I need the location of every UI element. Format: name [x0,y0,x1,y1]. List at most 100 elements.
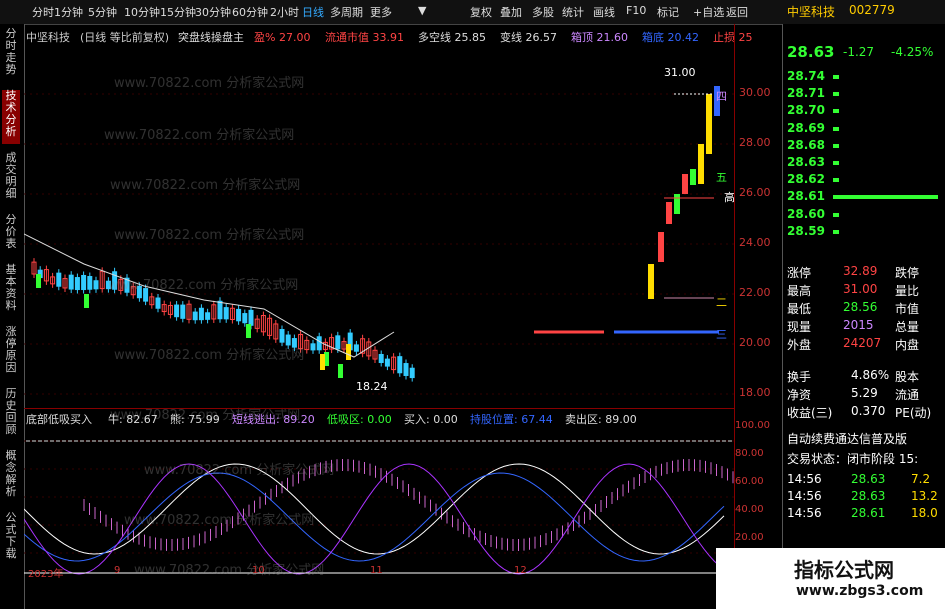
stat2-value-0: 4.86% [851,368,890,382]
rally-candle [698,144,704,184]
sub-tick-1: 80.00 [735,448,764,459]
left-tab-8[interactable]: 公式下载 [2,512,20,566]
toolbar-item-4[interactable]: 15分钟 [160,4,196,20]
price-tick-3: 24.00 [739,236,771,249]
left-tab-6[interactable]: 历史回顾 [2,388,20,442]
price-tick-5: 20.00 [739,336,771,349]
candle [87,276,93,290]
stat-label2-0: 跌停 [895,266,920,280]
dropdown-icon[interactable]: ▼ [418,4,426,17]
book-price-6: 28.62 [787,172,825,187]
toolbar-item-8[interactable]: 日线 [302,4,324,20]
watermark-0: www.70822.com 分析家公式网 [114,76,305,91]
candle [397,356,403,374]
toolbar-right-7[interactable]: +自选 [693,4,724,20]
toolbar-item-5[interactable]: 30分钟 [195,4,231,20]
book-bar-7 [833,195,938,200]
book-price-0: 28.74 [787,69,825,83]
book-bar-1 [833,92,839,97]
tick-price-2: 28.61 [851,506,886,520]
site-badge: 指标公式网 www.zbgs3.com [716,548,945,609]
quote-change: -1.27 [843,45,875,59]
header-field-4: 箱顶 21.60 [571,31,628,44]
book-price-4: 28.68 [787,137,825,152]
low-price-label: 18.24 [356,380,388,393]
toolbar-right-2[interactable]: 多股 [532,4,554,20]
toolbar-right-5[interactable]: F10 [626,4,646,17]
stat2-label-1: 净资 [787,388,812,402]
toolbar-item-0[interactable]: 分时 [32,4,54,20]
rally-candle [666,202,672,224]
tick-time-1: 14:56 [787,489,822,503]
date-tick-0: 2023年 [28,569,64,580]
book-price-1: 28.71 [787,86,825,101]
toolbar-right-3[interactable]: 统计 [562,4,584,20]
candle [248,309,254,326]
toolbar-right-0[interactable]: 复权 [470,4,492,20]
left-tab-0[interactable]: 分时走势 [2,28,20,82]
toolbar-item-6[interactable]: 60分钟 [232,4,268,20]
book-bar-2 [833,109,839,114]
sub-tick-2: 60.00 [735,476,764,487]
toolbar-right-8[interactable]: 返回 [726,4,748,20]
signal-bar [346,344,351,360]
kline-chart[interactable]: 中坚科技 (日线 等比前复权) 突盘线操盘主 盈% 27.00 流通市值 33.9… [23,24,753,423]
left-tab-7[interactable]: 概念解析 [2,450,20,504]
toolbar-right-6[interactable]: 标记 [657,4,679,20]
watermark-2: www.70822.com 分析家公式网 [110,178,301,193]
toolbar-item-9[interactable]: 多周期 [330,4,363,20]
sub-field-1: 熊: 75.99 [170,413,220,426]
sub-field-0: 牛: 82.67 [108,413,158,426]
quote-stock-code: 002779 [849,3,895,17]
stat-value-2: 28.56 [843,300,878,314]
toolbar-right-4[interactable]: 画线 [593,4,615,20]
left-tab-1[interactable]: 技术分析 [2,90,20,144]
high-price-label: 31.00 [664,66,696,79]
sub-indicator-name[interactable]: 底部低吸买入 [26,411,92,427]
price-tick-6: 18.00 [739,386,771,399]
sub-tick-3: 40.00 [735,504,764,515]
indicator-chart[interactable]: 底部低吸买入 牛: 82.67 熊: 75.99 短线逃出: 89.20 低吸区: 0… [23,408,739,581]
left-tab-3[interactable]: 分价表 [2,214,20,256]
sub-tick-0: 100.00 [735,420,770,431]
toolbar-item-2[interactable]: 5分钟 [88,4,117,20]
notice-text[interactable]: 自动续费通达信普及版 [787,430,907,447]
header-field-0: 盈% 27.00 [254,31,311,44]
book-bar-6 [833,178,839,183]
toolbar-item-7[interactable]: 2小时 [270,4,299,20]
tick-vol-2: 18.0 [911,506,938,520]
signal-bar [84,294,89,308]
sub-field-5: 持股位置: 67.44 [470,413,553,426]
signal-bar [246,324,251,338]
watermark-4: www.70822.com 分析家公式网 [108,278,299,293]
rally-candle [682,174,688,194]
sub-field-6: 卖出区: 89.00 [565,413,637,426]
toolbar-right-1[interactable]: 叠加 [500,4,522,20]
stat-label2-4: 内盘 [895,338,920,352]
stat-value-1: 31.00 [843,282,878,296]
book-price-8: 28.60 [787,206,825,221]
badge-url: www.zbgs3.com [796,583,924,599]
toolbar-item-10[interactable]: 更多 [370,4,392,20]
quote-change-pct: -4.25% [891,45,934,59]
trade-state: 交易状态：闭市阶段 15: [787,452,919,466]
rally-candle [658,232,664,262]
book-bar-3 [833,126,839,131]
stat-label-2: 最低 [787,302,812,316]
chart-mode: (日线 等比前复权) [80,31,170,44]
rally-candle [690,169,696,185]
watermark-3: www.70822.com 分析家公式网 [114,228,305,243]
signal-bar [320,354,325,370]
toolbar-item-3[interactable]: 10分钟 [124,4,160,20]
candle [205,312,211,320]
left-tab-2[interactable]: 成交明细 [2,152,20,206]
left-tab-4[interactable]: 基本资料 [2,264,20,318]
candle [74,277,80,291]
left-tab-5[interactable]: 涨停原因 [2,326,20,380]
marker-3: 二 [716,296,727,309]
book-price-2: 28.70 [787,103,825,118]
toolbar-item-1[interactable]: 1分钟 [54,4,83,20]
indicator-name[interactable]: 突盘线操盘主 [178,29,244,45]
tick-time-0: 14:56 [787,472,822,486]
candle [236,308,242,322]
